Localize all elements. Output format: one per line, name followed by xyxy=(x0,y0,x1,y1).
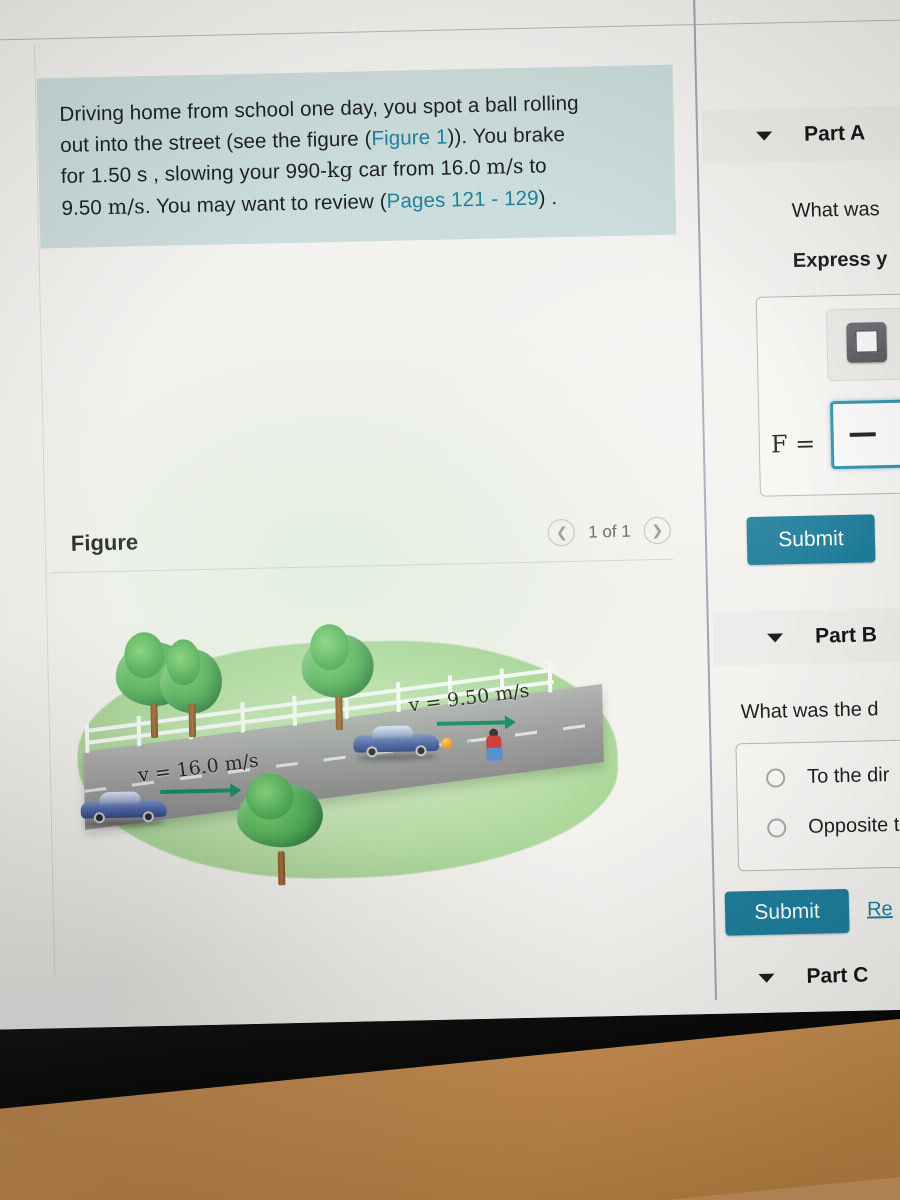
part-b-header[interactable]: Part B xyxy=(712,605,900,666)
figure-divider xyxy=(49,558,674,574)
photograph-of-laptop-screen: MacBook Pro Driving home from school one… xyxy=(0,0,900,1200)
figure-pager: ❮ 1 of 1 ❯ xyxy=(547,516,672,547)
part-b-request-answer-link[interactable]: Re xyxy=(867,898,893,922)
radio-button[interactable] xyxy=(767,818,787,838)
part-b-title: Part B xyxy=(814,623,878,648)
caret-down-icon[interactable] xyxy=(758,973,775,983)
part-a-instruction: Express y xyxy=(792,247,888,273)
figure-1-link[interactable]: Figure 1 xyxy=(371,125,447,150)
part-b-option-1[interactable]: Opposite t xyxy=(767,814,900,840)
car-left xyxy=(80,790,167,828)
part-c-title: Part C xyxy=(806,963,869,988)
laptop-screen: Driving home from school one day, you sp… xyxy=(0,0,900,1030)
text-cursor xyxy=(849,432,876,437)
part-a-equation-label: F = xyxy=(770,429,816,459)
figure-title: Figure xyxy=(70,529,139,556)
radio-button[interactable] xyxy=(765,768,786,788)
part-a-answer-input[interactable] xyxy=(829,397,900,470)
problem-statement: Driving home from school one day, you sp… xyxy=(36,64,677,249)
part-b-option-0[interactable]: To the dir xyxy=(765,764,890,790)
part-a-question: What was xyxy=(791,198,880,223)
part-a-header[interactable]: Part A xyxy=(701,103,900,164)
ms-unit-2: m/s xyxy=(107,193,146,219)
tree xyxy=(300,633,375,731)
part-b-question: What was the d xyxy=(740,698,879,724)
math-template-icon[interactable] xyxy=(846,322,888,363)
chevron-right-icon[interactable]: ❯ xyxy=(643,516,672,545)
part-b-option-1-label: Opposite t xyxy=(808,813,900,838)
caret-down-icon[interactable] xyxy=(756,130,773,141)
chevron-left-icon[interactable]: ❮ xyxy=(547,518,576,547)
tree xyxy=(159,648,223,738)
part-a-submit-button[interactable]: Submit xyxy=(746,514,876,566)
part-a-title: Part A xyxy=(803,121,866,146)
car-right xyxy=(353,724,440,762)
ms-unit: m/s xyxy=(486,153,524,179)
figure-header: Figure ❮ 1 of 1 ❯ xyxy=(70,516,672,557)
figure-pager-label: 1 of 1 xyxy=(587,521,631,542)
part-c-header[interactable]: Part C xyxy=(720,945,900,1006)
part-b-submit-button[interactable]: Submit xyxy=(724,888,850,936)
tree xyxy=(236,782,324,886)
child xyxy=(485,728,504,762)
browser-page: Driving home from school one day, you sp… xyxy=(0,0,900,1030)
part-b-options-box xyxy=(735,737,900,872)
kg-unit: kg xyxy=(326,157,354,183)
caret-down-icon[interactable] xyxy=(767,632,784,643)
figure-illustration[interactable]: v = 16.0 m/s v = 9.50 m/s xyxy=(63,628,628,890)
pages-link[interactable]: Pages 121 - 129 xyxy=(386,186,538,212)
answer-column: Part A What was Express y F = Submit Par… xyxy=(699,0,900,1000)
part-b-option-0-label: To the dir xyxy=(806,764,890,788)
